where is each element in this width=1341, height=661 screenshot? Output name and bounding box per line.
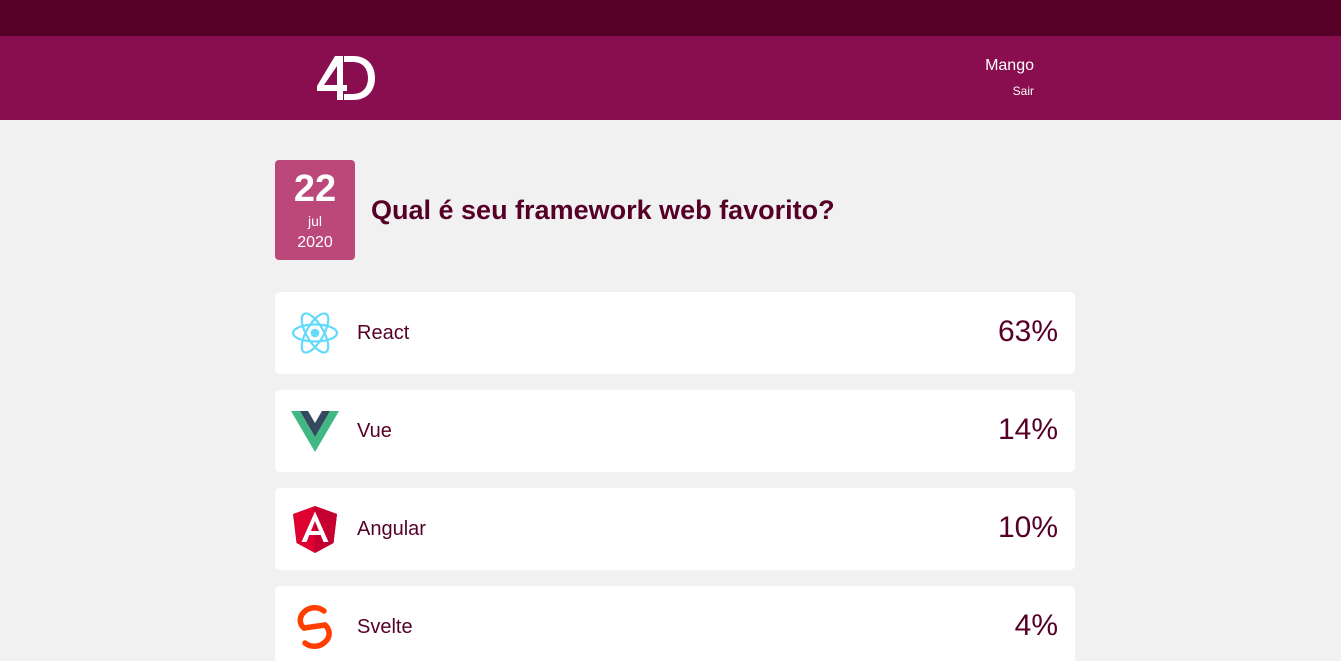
option-label: Svelte — [357, 616, 413, 638]
option-percent: 63% — [997, 315, 1058, 348]
poll-option-vue[interactable]: Vue 14% — [275, 390, 1075, 472]
option-label: Angular — [357, 518, 426, 540]
react-icon — [291, 309, 339, 357]
user-menu: Mango Sair — [985, 57, 1034, 98]
logo-4d-icon — [317, 56, 375, 100]
user-name: Mango — [985, 57, 1034, 74]
option-percent: 14% — [997, 413, 1058, 446]
angular-icon — [291, 505, 339, 553]
option-label: React — [357, 322, 410, 344]
date-year: 2020 — [297, 234, 333, 251]
poll-date-badge: 22 jul 2020 — [275, 160, 355, 260]
option-percent: 4% — [1014, 609, 1058, 642]
poll-option-svelte[interactable]: Svelte 4% — [275, 586, 1075, 661]
poll-options-list: React 63% Vue 14% Angular 10% Svelte 4% — [275, 292, 1075, 661]
logout-link[interactable]: Sair — [985, 84, 1034, 98]
app-logo[interactable] — [313, 54, 377, 102]
option-label: Vue — [357, 420, 392, 442]
poll-question: Qual é seu framework web favorito? — [371, 195, 835, 225]
option-percent: 10% — [997, 511, 1058, 544]
vue-icon — [291, 407, 339, 455]
app-header: Mango Sair — [0, 36, 1341, 120]
poll-option-react[interactable]: React 63% — [275, 292, 1075, 374]
svelte-icon — [291, 603, 339, 651]
date-month: jul — [307, 213, 322, 229]
date-day: 22 — [293, 168, 337, 210]
top-bar — [0, 0, 1341, 36]
poll-option-angular[interactable]: Angular 10% — [275, 488, 1075, 570]
